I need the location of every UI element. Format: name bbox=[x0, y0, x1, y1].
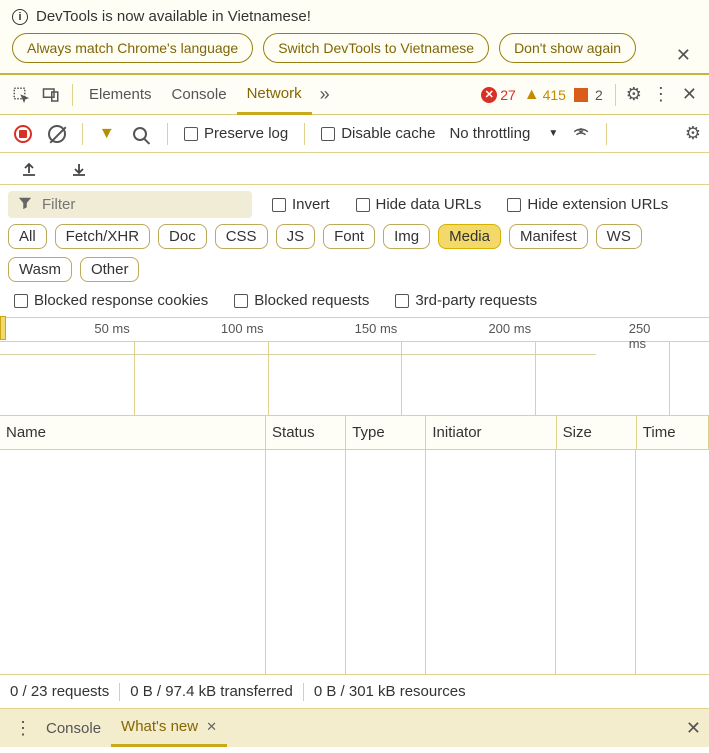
more-tabs-icon[interactable]: » bbox=[312, 84, 338, 105]
tab-elements[interactable]: Elements bbox=[79, 75, 162, 115]
kebab-menu-icon[interactable]: ⋮ bbox=[646, 84, 674, 105]
timeline-tick: 50 ms bbox=[94, 321, 133, 336]
divider bbox=[304, 123, 305, 145]
close-drawer-icon[interactable]: ✕ bbox=[686, 718, 701, 739]
filter-toggle-icon[interactable]: ▼. bbox=[97, 123, 119, 145]
filter-row: Invert Hide data URLs Hide extension URL… bbox=[0, 185, 709, 220]
blocked-requests-checkbox[interactable]: Blocked requests bbox=[228, 292, 375, 309]
type-chip-wasm[interactable]: Wasm bbox=[8, 257, 72, 282]
close-banner-button[interactable]: ✕ bbox=[670, 44, 697, 67]
type-chip-fetchxhr[interactable]: Fetch/XHR bbox=[55, 224, 150, 249]
transferred-summary: 0 B / 97.4 kB transferred bbox=[130, 683, 293, 700]
status-bar: 0 / 23 requests 0 B / 97.4 kB transferre… bbox=[0, 675, 709, 709]
io-row bbox=[0, 153, 709, 185]
funnel-icon bbox=[18, 196, 32, 213]
divider bbox=[606, 123, 607, 145]
clear-button[interactable] bbox=[46, 123, 68, 145]
tab-console[interactable]: Console bbox=[162, 75, 237, 115]
column-header-time[interactable]: Time bbox=[636, 416, 708, 450]
preserve-log-checkbox[interactable]: Preserve log bbox=[178, 125, 294, 142]
extra-filters-row: Blocked response cookies Blocked request… bbox=[0, 288, 709, 318]
timeline-tick: 200 ms bbox=[488, 321, 535, 336]
error-count[interactable]: ✕27 bbox=[479, 87, 518, 103]
divider bbox=[72, 84, 73, 106]
info-icon: i bbox=[12, 9, 28, 25]
type-chip-other[interactable]: Other bbox=[80, 257, 140, 282]
tab-network[interactable]: Network bbox=[237, 75, 312, 115]
search-icon[interactable] bbox=[131, 123, 153, 145]
type-chip-all[interactable]: All bbox=[8, 224, 47, 249]
timeline-overview[interactable]: 50 ms100 ms150 ms200 ms250 ms bbox=[0, 318, 709, 416]
timeline-tick: 150 ms bbox=[355, 321, 402, 336]
record-button[interactable] bbox=[12, 123, 34, 145]
divider bbox=[82, 123, 83, 145]
timeline-tick: 100 ms bbox=[221, 321, 268, 336]
filter-input[interactable] bbox=[40, 195, 242, 214]
network-conditions-icon[interactable] bbox=[570, 123, 592, 145]
close-devtools-icon[interactable]: ✕ bbox=[678, 84, 701, 105]
drawer-menu-icon[interactable]: ⋮ bbox=[8, 718, 36, 739]
network-toolbar: ▼. Preserve log Disable cache No throttl… bbox=[0, 115, 709, 153]
warning-count[interactable]: ▲415 bbox=[522, 86, 568, 104]
drawer-tab-whats-new[interactable]: What's new✕ bbox=[111, 709, 227, 747]
main-tabs-bar: Elements Console Network » ✕27 ▲415 2 ⚙ … bbox=[0, 75, 709, 115]
match-chrome-language-button[interactable]: Always match Chrome's language bbox=[12, 33, 253, 63]
hide-extension-urls-checkbox[interactable]: Hide extension URLs bbox=[501, 196, 674, 213]
inspect-element-icon[interactable] bbox=[10, 84, 32, 106]
column-header-name[interactable]: Name bbox=[0, 416, 266, 450]
close-tab-icon[interactable]: ✕ bbox=[206, 719, 217, 735]
requests-summary: 0 / 23 requests bbox=[10, 683, 109, 700]
upload-har-icon[interactable] bbox=[18, 158, 40, 180]
divider bbox=[167, 123, 168, 145]
third-party-checkbox[interactable]: 3rd-party requests bbox=[389, 292, 543, 309]
drawer-tabs: ⋮ Console What's new✕ ✕ bbox=[0, 709, 709, 747]
type-chip-css[interactable]: CSS bbox=[215, 224, 268, 249]
drawer-tab-console[interactable]: Console bbox=[36, 709, 111, 747]
hide-data-urls-checkbox[interactable]: Hide data URLs bbox=[350, 196, 488, 213]
type-chip-img[interactable]: Img bbox=[383, 224, 430, 249]
column-header-initiator[interactable]: Initiator bbox=[426, 416, 556, 450]
type-chip-doc[interactable]: Doc bbox=[158, 224, 207, 249]
banner-title: DevTools is now available in Vietnamese! bbox=[36, 8, 311, 25]
network-table: NameStatusTypeInitiatorSizeTime bbox=[0, 416, 709, 450]
type-chip-font[interactable]: Font bbox=[323, 224, 375, 249]
invert-checkbox[interactable]: Invert bbox=[266, 196, 336, 213]
dont-show-again-button[interactable]: Don't show again bbox=[499, 33, 636, 63]
language-banner: i DevTools is now available in Vietnames… bbox=[0, 0, 709, 75]
filter-input-wrapper[interactable] bbox=[8, 191, 252, 218]
settings-icon[interactable]: ⚙ bbox=[626, 84, 642, 105]
issue-count[interactable]: 2 bbox=[572, 87, 605, 103]
type-filter-chips: All Fetch/XHR Doc CSS JS Font Img Media Manifest… bbox=[0, 220, 709, 288]
network-settings-icon[interactable]: ⚙ bbox=[685, 123, 701, 144]
network-table-body bbox=[0, 450, 709, 675]
divider bbox=[615, 84, 616, 106]
type-chip-ws[interactable]: WS bbox=[596, 224, 642, 249]
device-toolbar-icon[interactable] bbox=[40, 84, 62, 106]
column-header-status[interactable]: Status bbox=[266, 416, 346, 450]
resources-summary: 0 B / 301 kB resources bbox=[314, 683, 466, 700]
download-har-icon[interactable] bbox=[68, 158, 90, 180]
switch-devtools-language-button[interactable]: Switch DevTools to Vietnamese bbox=[263, 33, 489, 63]
blocked-cookies-checkbox[interactable]: Blocked response cookies bbox=[8, 292, 214, 309]
disable-cache-checkbox[interactable]: Disable cache bbox=[315, 125, 441, 142]
type-chip-manifest[interactable]: Manifest bbox=[509, 224, 588, 249]
column-header-size[interactable]: Size bbox=[556, 416, 636, 450]
column-header-type[interactable]: Type bbox=[346, 416, 426, 450]
type-chip-js[interactable]: JS bbox=[276, 224, 316, 249]
throttling-select[interactable]: No throttling▼ bbox=[445, 125, 562, 142]
type-chip-media[interactable]: Media bbox=[438, 224, 501, 249]
